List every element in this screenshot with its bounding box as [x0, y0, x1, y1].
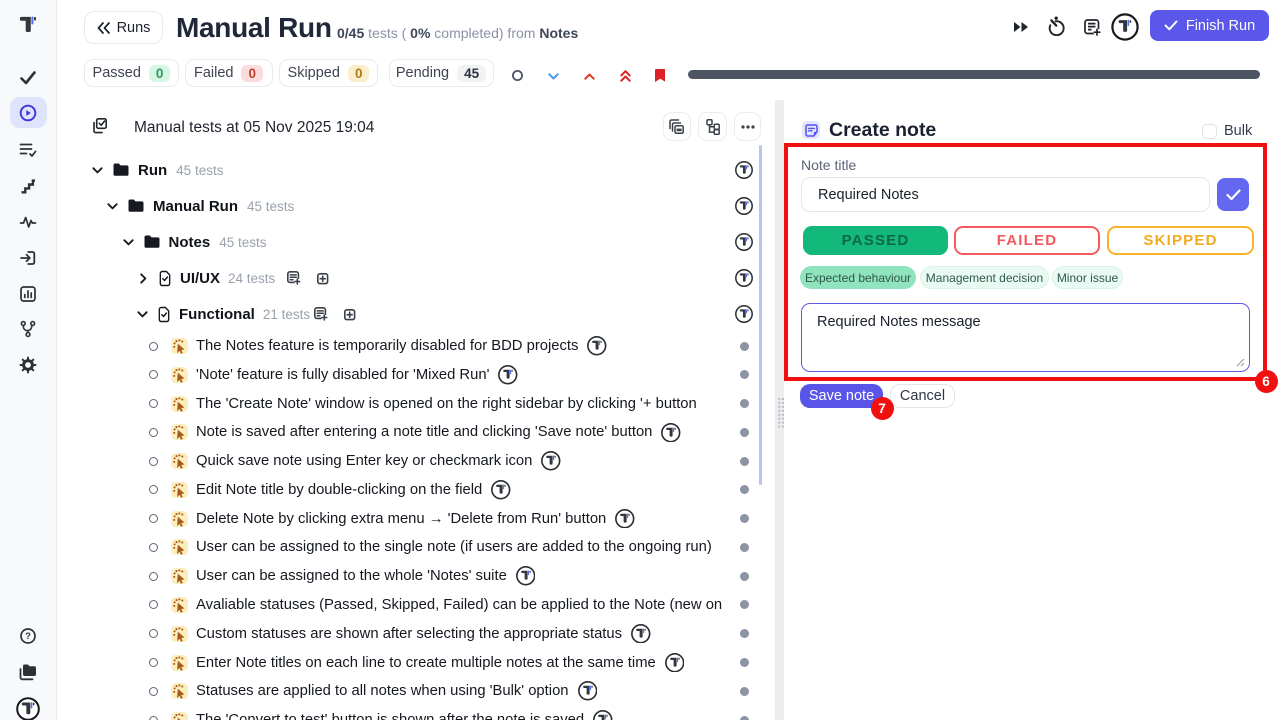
svg-text:?: ? [25, 631, 31, 642]
